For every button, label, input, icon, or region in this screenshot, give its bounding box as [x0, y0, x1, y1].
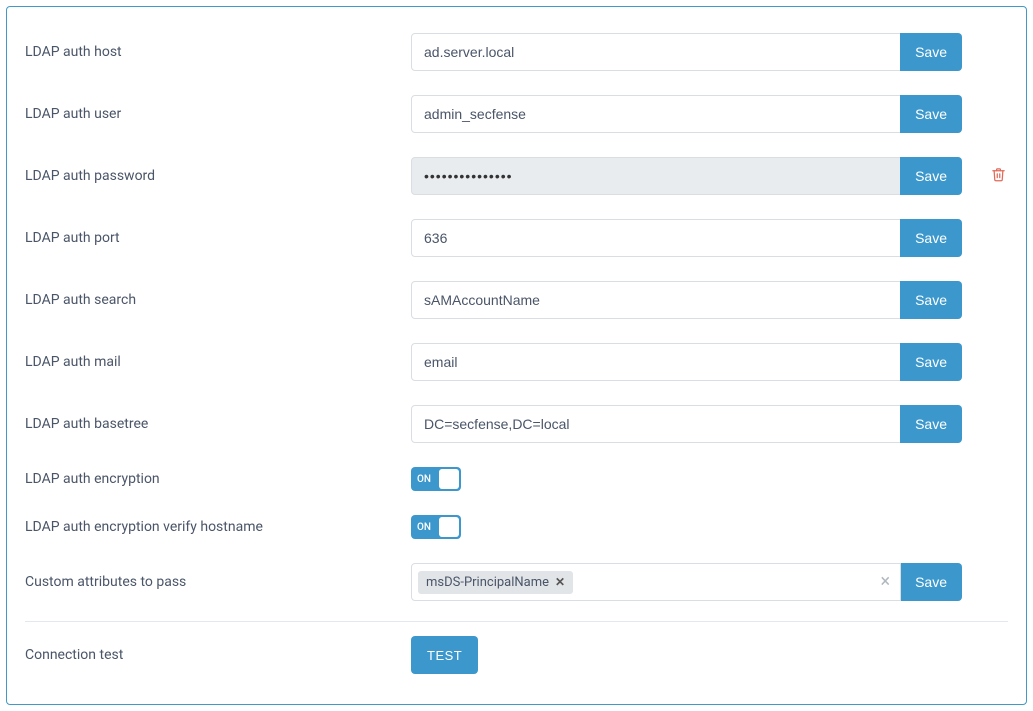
toggle-ldap-encryption-verify[interactable]: ON [411, 515, 461, 539]
row-ldap-encryption: LDAP auth encryption ON [25, 455, 1008, 503]
row-ldap-encryption-verify: LDAP auth encryption verify hostname ON [25, 503, 1008, 551]
control-ldap-password: Save [411, 157, 962, 195]
input-ldap-basetree[interactable] [411, 405, 901, 443]
divider [25, 621, 1008, 622]
row-ldap-mail: LDAP auth mail Save [25, 331, 1008, 393]
control-ldap-search: Save [411, 281, 962, 319]
label-ldap-encryption-verify: LDAP auth encryption verify hostname [25, 519, 395, 535]
row-connection-test: Connection test TEST [25, 624, 1008, 686]
label-ldap-search: LDAP auth search [25, 292, 395, 308]
control-ldap-mail: Save [411, 343, 962, 381]
save-button-mail[interactable]: Save [900, 343, 962, 381]
save-button-port[interactable]: Save [900, 219, 962, 257]
control-connection-test: TEST [411, 636, 1008, 674]
row-ldap-search: LDAP auth search Save [25, 269, 1008, 331]
label-ldap-mail: LDAP auth mail [25, 354, 395, 370]
input-ldap-password[interactable] [411, 157, 901, 195]
toggle-ldap-encryption[interactable]: ON [411, 467, 461, 491]
tag-input-custom-attributes[interactable]: msDS-PrincipalName ✕ × [411, 563, 901, 601]
row-ldap-host: LDAP auth host Save [25, 21, 1008, 83]
label-custom-attributes: Custom attributes to pass [25, 574, 395, 590]
label-ldap-basetree: LDAP auth basetree [25, 416, 395, 432]
tag-item: msDS-PrincipalName ✕ [418, 571, 573, 594]
label-ldap-encryption: LDAP auth encryption [25, 471, 395, 487]
control-ldap-host: Save [411, 33, 962, 71]
save-button-user[interactable]: Save [900, 95, 962, 133]
control-ldap-basetree: Save [411, 405, 962, 443]
save-button-host[interactable]: Save [900, 33, 962, 71]
ldap-settings-panel: LDAP auth host Save LDAP auth user Save … [6, 6, 1027, 705]
row-ldap-port: LDAP auth port Save [25, 207, 1008, 269]
tag-text: msDS-PrincipalName [426, 575, 549, 590]
row-ldap-password: LDAP auth password Save [25, 145, 1008, 207]
control-ldap-encryption-verify: ON [411, 515, 1008, 539]
toggle-knob [439, 517, 459, 537]
save-button-password[interactable]: Save [900, 157, 962, 195]
label-connection-test: Connection test [25, 647, 395, 663]
toggle-knob [439, 469, 459, 489]
trash-icon[interactable] [991, 167, 1006, 186]
save-button-basetree[interactable]: Save [900, 405, 962, 443]
control-ldap-encryption: ON [411, 467, 1008, 491]
control-ldap-port: Save [411, 219, 962, 257]
label-ldap-password: LDAP auth password [25, 168, 395, 184]
control-ldap-user: Save [411, 95, 962, 133]
input-ldap-port[interactable] [411, 219, 901, 257]
save-button-search[interactable]: Save [900, 281, 962, 319]
toggle-label-on: ON [417, 474, 431, 485]
input-ldap-user[interactable] [411, 95, 901, 133]
row-custom-attributes: Custom attributes to pass msDS-Principal… [25, 551, 1008, 613]
tag-remove-icon[interactable]: ✕ [555, 575, 565, 589]
row-ldap-basetree: LDAP auth basetree Save [25, 393, 1008, 455]
save-button-custom-attributes[interactable]: Save [900, 563, 962, 601]
label-ldap-port: LDAP auth port [25, 230, 395, 246]
input-ldap-search[interactable] [411, 281, 901, 319]
clear-all-icon[interactable]: × [880, 573, 890, 591]
row-ldap-user: LDAP auth user Save [25, 83, 1008, 145]
input-ldap-host[interactable] [411, 33, 901, 71]
control-custom-attributes: msDS-PrincipalName ✕ × Save [411, 563, 962, 601]
toggle-label-on: ON [417, 522, 431, 533]
label-ldap-user: LDAP auth user [25, 106, 395, 122]
input-ldap-mail[interactable] [411, 343, 901, 381]
test-button[interactable]: TEST [411, 636, 478, 674]
label-ldap-host: LDAP auth host [25, 44, 395, 60]
